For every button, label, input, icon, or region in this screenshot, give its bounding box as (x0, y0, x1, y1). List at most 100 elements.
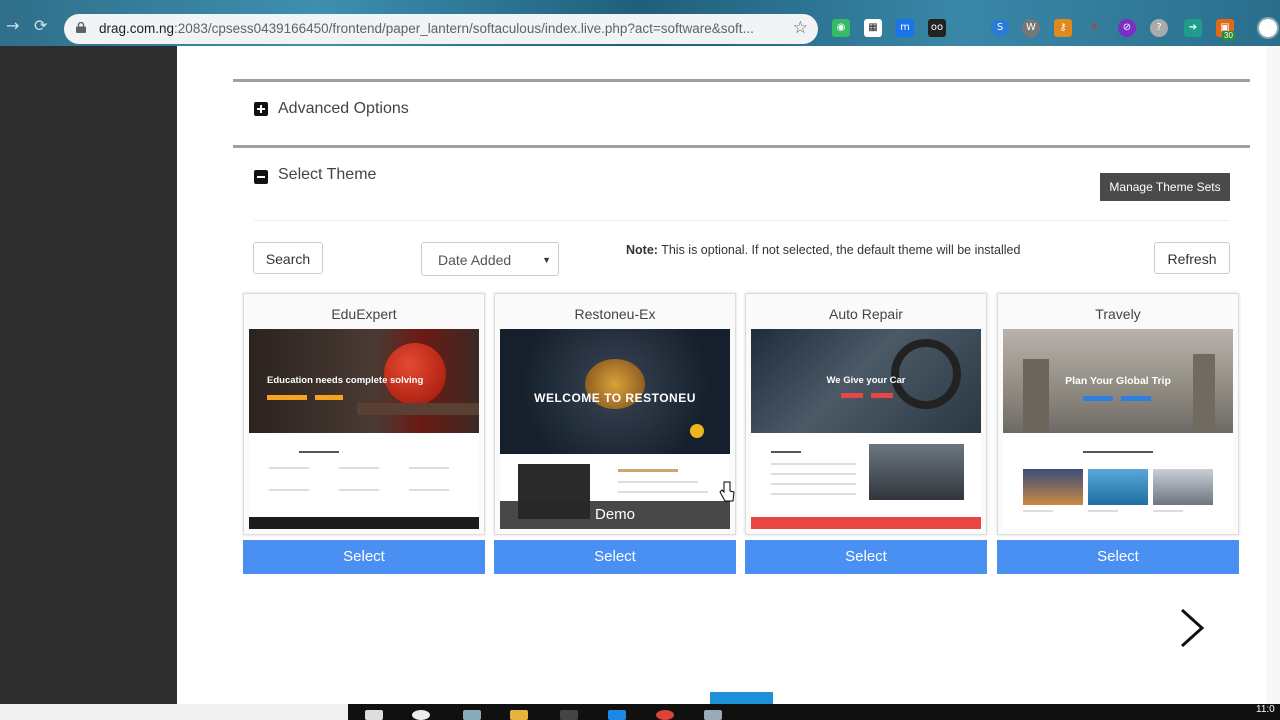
preview-photo-singapore (1153, 469, 1213, 505)
reload-icon[interactable]: ⟳ (34, 16, 47, 35)
preview-line (339, 489, 379, 491)
extension-count-badge: 30 (1222, 31, 1235, 41)
preview-line (618, 491, 708, 493)
taskbar-clock: 11:0 (1256, 704, 1275, 715)
preview-footer (249, 517, 479, 529)
url-path: :2083/cpsess0439166450/frontend/paper_la… (174, 21, 754, 36)
preview-cta (841, 393, 863, 398)
bookmark-star-icon[interactable]: ☆ (793, 18, 808, 38)
preview-hero-text: WELCOME TO RESTONEU (534, 391, 696, 405)
demo-link[interactable]: Demo (500, 501, 730, 529)
extension-map-icon[interactable]: ◉ (832, 19, 850, 37)
preview-hero-text: We Give your Car (826, 375, 906, 386)
theme-card-eduexpert[interactable]: EduExpert Education needs complete solvi… (243, 293, 485, 535)
preview-cta (267, 395, 307, 400)
url-text: drag.com.ng:2083/cpsess0439166450/fronte… (99, 21, 789, 36)
preview-line (1088, 510, 1118, 512)
chrome-icon[interactable] (656, 710, 674, 720)
extension-k-icon[interactable]: K (1086, 19, 1104, 37)
theme-card-restoneu-ex[interactable]: Restoneu-Ex WELCOME TO RESTONEU Demo (494, 293, 736, 535)
refresh-button[interactable]: Refresh (1154, 242, 1230, 274)
preview-line (618, 469, 678, 472)
select-theme-button[interactable]: Select (997, 540, 1239, 574)
select-theme-button[interactable]: Select (745, 540, 987, 574)
optional-note: Note: This is optional. If not selected,… (626, 243, 1020, 257)
extension-skype-icon[interactable]: S (991, 19, 1009, 37)
theme-name: EduExpert (331, 306, 397, 322)
preview-photo-mauritius (1088, 469, 1148, 505)
section-divider (233, 79, 1250, 82)
preview-line (269, 489, 309, 491)
manage-theme-sets-button[interactable]: Manage Theme Sets (1100, 173, 1230, 201)
extension-help-icon[interactable]: ? (1150, 19, 1168, 37)
select-theme-header[interactable]: Select Theme (278, 166, 376, 184)
section-divider (233, 145, 1250, 148)
taskbar-search-box[interactable] (0, 704, 348, 720)
preview-photo-sydney (1023, 469, 1083, 505)
forward-icon[interactable]: → (6, 16, 19, 35)
app-icon[interactable] (608, 710, 626, 720)
extension-block-icon[interactable]: ⊘ (1118, 19, 1136, 37)
collapse-minus-icon[interactable] (254, 170, 268, 184)
page-scrollbar[interactable] (1266, 46, 1280, 704)
app-icon[interactable] (463, 710, 481, 720)
extension-share-icon[interactable]: ➔ (1184, 19, 1202, 37)
theme-name: Auto Repair (829, 306, 903, 322)
select-theme-button[interactable]: Select (243, 540, 485, 574)
preview-line (618, 481, 698, 483)
note-text: This is optional. If not selected, the d… (657, 243, 1021, 257)
preview-line (339, 467, 379, 469)
address-bar[interactable]: drag.com.ng:2083/cpsess0439166450/fronte… (64, 14, 818, 44)
theme-preview-image[interactable]: Education needs complete solving (249, 329, 479, 529)
tire-graphic (891, 339, 961, 409)
preview-hero-text: Education needs complete solving (267, 375, 424, 386)
preview-car-photo (869, 444, 964, 500)
select-theme-button[interactable]: Select (494, 540, 736, 574)
preview-cta (1121, 396, 1151, 401)
preview-line (1153, 510, 1183, 512)
expand-plus-icon[interactable] (254, 102, 268, 116)
preview-line (771, 463, 856, 465)
url-host: drag.com.ng (99, 21, 175, 36)
preview-hero: WELCOME TO RESTONEU (500, 329, 730, 454)
extension-key-icon[interactable]: ⚷ (1054, 19, 1072, 37)
windows-taskbar: 11:0 (0, 704, 1280, 720)
preview-line (771, 483, 856, 485)
app-icon[interactable] (560, 710, 578, 720)
preview-line (771, 451, 801, 453)
app-icon[interactable] (412, 710, 430, 720)
apple-graphic (384, 343, 446, 405)
sort-selected-value: Date Added (438, 252, 512, 268)
extension-my-icon[interactable]: m (896, 19, 914, 37)
task-view-icon[interactable] (365, 710, 383, 720)
theme-name: Travely (1095, 306, 1141, 322)
extension-wordpress-icon[interactable]: W (1022, 19, 1040, 37)
profile-avatar[interactable] (1257, 17, 1279, 39)
theme-preview-image[interactable]: Plan Your Global Trip (1003, 329, 1233, 529)
hand-cursor-icon (719, 481, 735, 502)
preview-line (771, 493, 856, 495)
theme-preview-image[interactable]: WELCOME TO RESTONEU Demo (500, 329, 730, 529)
column-graphic (1193, 354, 1215, 433)
preview-line (771, 473, 856, 475)
cpanel-sidebar (0, 46, 177, 704)
books-graphic (357, 403, 479, 415)
preview-footer (751, 517, 981, 529)
theme-card-travely[interactable]: Travely Plan Your Global Trip (997, 293, 1239, 535)
app-icon[interactable] (704, 710, 722, 720)
lock-icon (76, 22, 86, 33)
extension-glasses-icon[interactable]: oo (928, 19, 946, 37)
sort-dropdown[interactable]: Date Added ▼ (421, 242, 559, 276)
preview-line (1023, 510, 1053, 512)
file-explorer-icon[interactable] (510, 710, 528, 720)
caret-down-icon: ▼ (542, 255, 551, 265)
install-button-partial[interactable] (710, 692, 773, 704)
next-page-arrow-icon[interactable] (1178, 608, 1206, 648)
lemon-graphic (690, 424, 704, 438)
theme-card-auto-repair[interactable]: Auto Repair We Give your Car (745, 293, 987, 535)
search-button[interactable]: Search (253, 242, 323, 274)
advanced-options-header[interactable]: Advanced Options (278, 100, 409, 118)
theme-preview-image[interactable]: We Give your Car (751, 329, 981, 529)
extension-qr-icon[interactable]: ▦ (864, 19, 882, 37)
column-graphic (1023, 359, 1049, 433)
